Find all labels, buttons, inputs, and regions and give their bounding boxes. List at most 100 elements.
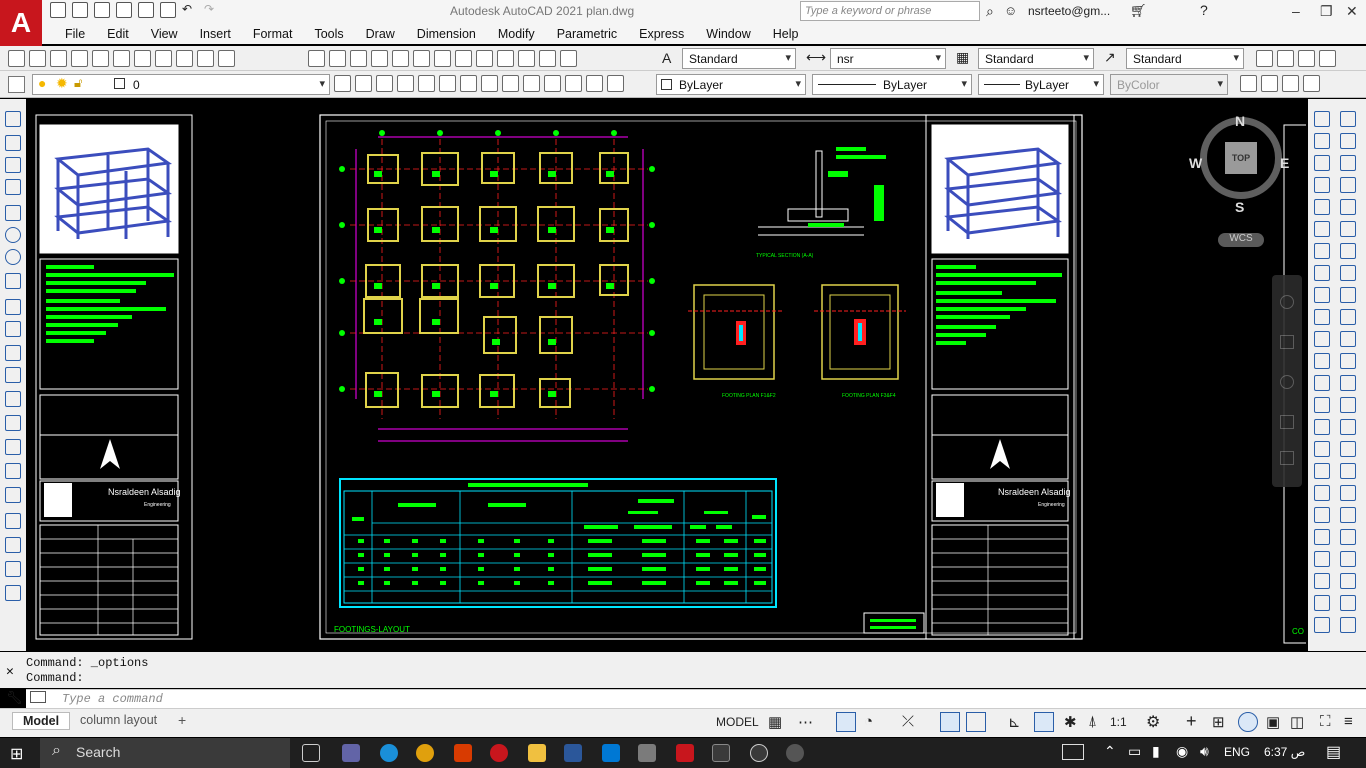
tool-palettes-icon[interactable]: [476, 50, 493, 67]
clock[interactable]: 6:37 ص: [1264, 745, 1305, 759]
user-account[interactable]: nsrteeto@gm...: [1028, 4, 1110, 18]
mirror-icon[interactable]: [1314, 155, 1330, 171]
autocad-taskbar-icon[interactable]: [676, 744, 694, 762]
polyline-icon[interactable]: [5, 157, 21, 173]
justify-text-icon[interactable]: [1314, 617, 1330, 633]
et-app-icon[interactable]: [490, 744, 508, 762]
layer-freeze-icon[interactable]: [439, 75, 456, 92]
layer-previous-icon[interactable]: [355, 75, 372, 92]
command-line-close-icon[interactable]: ✕: [6, 664, 14, 679]
menu-format[interactable]: Format: [242, 27, 304, 41]
table-style-select[interactable]: Standard: [978, 48, 1094, 69]
layer-walk-icon[interactable]: [523, 75, 540, 92]
annotation-scale-select[interactable]: 1:1: [1110, 715, 1127, 729]
auto-scale-icon[interactable]: ✱: [1064, 713, 1077, 731]
pan-nav-icon[interactable]: [1280, 335, 1294, 349]
command-prompt-icon[interactable]: [30, 691, 46, 703]
layer-tool-1-icon[interactable]: [1240, 75, 1257, 92]
menu-file[interactable]: File: [54, 27, 96, 41]
ortho-icon[interactable]: [836, 712, 856, 732]
zoom-nav-icon[interactable]: [1280, 375, 1294, 389]
task-view-icon[interactable]: [302, 744, 320, 762]
print-icon[interactable]: [71, 50, 88, 67]
layer-copy-icon[interactable]: [586, 75, 603, 92]
user-icon[interactable]: ☺: [1004, 3, 1017, 18]
workspace-icon[interactable]: [1256, 50, 1273, 67]
maps-icon[interactable]: [750, 744, 768, 762]
region-icon[interactable]: [5, 487, 21, 503]
trim-icon[interactable]: [1314, 309, 1330, 325]
design-center-icon[interactable]: [455, 50, 472, 67]
save-icon[interactable]: [50, 50, 67, 67]
dim-baseline-icon[interactable]: [1340, 309, 1356, 325]
tolerance-icon[interactable]: [1340, 397, 1356, 413]
word-icon[interactable]: [564, 744, 582, 762]
menu-dimension[interactable]: Dimension: [406, 27, 487, 41]
layer-unlock-icon[interactable]: [481, 75, 498, 92]
spline-icon[interactable]: [5, 299, 21, 315]
edge-icon[interactable]: [380, 744, 398, 762]
text-style-icon[interactable]: [1314, 463, 1330, 479]
chat-icon[interactable]: [638, 744, 656, 762]
settings-icon[interactable]: [1319, 50, 1336, 67]
color-select[interactable]: ByLayer: [656, 74, 806, 95]
viewport-icon[interactable]: [1277, 50, 1294, 67]
export-icon[interactable]: [138, 2, 154, 18]
explode-icon[interactable]: [1314, 441, 1330, 457]
layer-lock-icon[interactable]: [460, 75, 477, 92]
open-app-icon[interactable]: [786, 744, 804, 762]
menu-tools[interactable]: Tools: [303, 27, 354, 41]
menu-edit[interactable]: Edit: [96, 27, 140, 41]
menu-modify[interactable]: Modify: [487, 27, 546, 41]
fillet-icon[interactable]: [1314, 419, 1330, 435]
cart-icon[interactable]: 🛒︎: [1130, 3, 1147, 19]
help-icon[interactable]: [560, 50, 577, 67]
mtext-edit-icon[interactable]: [1314, 507, 1330, 523]
center-mark-icon[interactable]: [1340, 419, 1356, 435]
dim-update-icon[interactable]: [1340, 485, 1356, 501]
search-icon[interactable]: ⌕: [986, 3, 994, 20]
erase-icon[interactable]: [1314, 111, 1330, 127]
dim-linear-icon[interactable]: [1340, 111, 1356, 127]
layer-tool-4-icon[interactable]: [1303, 75, 1320, 92]
copy-object-icon[interactable]: [1314, 133, 1330, 149]
ellipse-icon[interactable]: [5, 321, 21, 337]
construction-line-icon[interactable]: [5, 135, 21, 151]
make-block-icon[interactable]: [5, 391, 21, 407]
viewcube[interactable]: TOP: [1200, 117, 1282, 199]
join-icon[interactable]: [1314, 375, 1330, 391]
dim-break-icon[interactable]: [1340, 375, 1356, 391]
ellipse-arc-icon[interactable]: [5, 345, 21, 361]
help-search-input[interactable]: Type a keyword or phrase: [800, 1, 980, 21]
save-as-icon[interactable]: [116, 2, 132, 18]
preview-icon[interactable]: [92, 50, 109, 67]
chamfer-icon[interactable]: [1314, 397, 1330, 413]
maximize-button[interactable]: ❐: [1320, 3, 1333, 20]
viewcube-top-face[interactable]: TOP: [1225, 142, 1257, 174]
dim-aligned-icon[interactable]: [1340, 133, 1356, 149]
annotation-monitor-icon[interactable]: +: [1186, 711, 1197, 732]
multileader-style-select[interactable]: Standard: [1126, 48, 1244, 69]
layer-off-icon[interactable]: [418, 75, 435, 92]
dim-arc-icon[interactable]: [1340, 155, 1356, 171]
isodraft-icon[interactable]: ⤫: [902, 713, 914, 730]
dim-radius-icon[interactable]: [1340, 199, 1356, 215]
layer-isolate-icon[interactable]: [376, 75, 393, 92]
zoom-realtime-icon[interactable]: [371, 50, 388, 67]
help-icon[interactable]: ?: [1200, 2, 1208, 18]
paste-icon[interactable]: [176, 50, 193, 67]
dim-continue-icon[interactable]: [1340, 331, 1356, 347]
pan-icon[interactable]: [350, 50, 367, 67]
network-icon[interactable]: ▭: [1128, 743, 1141, 760]
spell-check-icon[interactable]: [1314, 551, 1330, 567]
line-icon[interactable]: [5, 111, 21, 127]
table-icon[interactable]: [5, 513, 21, 529]
break-icon[interactable]: [1314, 353, 1330, 369]
block-edit-icon[interactable]: [1340, 595, 1356, 611]
plot-style-select[interactable]: ByColor: [1110, 74, 1228, 95]
scale-icon[interactable]: [1314, 265, 1330, 281]
extend-icon[interactable]: [1314, 331, 1330, 347]
block-icon[interactable]: [218, 50, 235, 67]
sheet-set-icon[interactable]: [497, 50, 514, 67]
inspection-icon[interactable]: [1340, 441, 1356, 457]
